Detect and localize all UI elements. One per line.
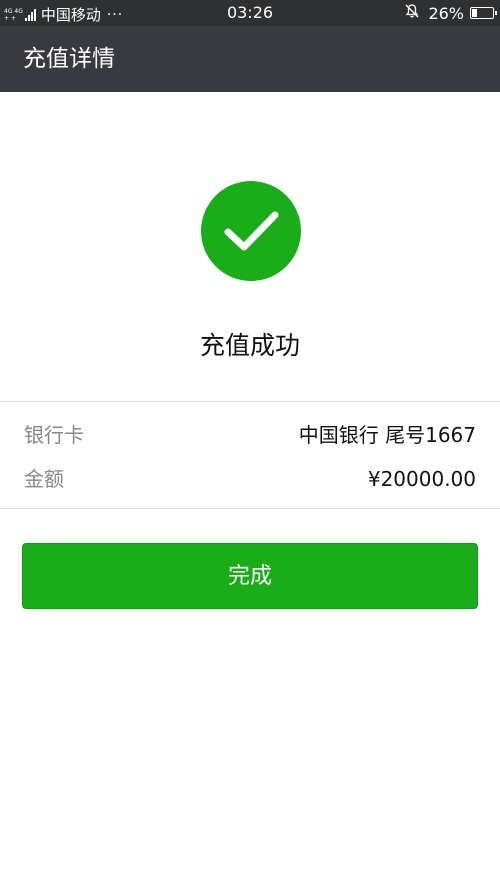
details-panel: 银行卡 中国银行 尾号1667 金额 ¥20000.00 bbox=[0, 401, 500, 509]
amount-label: 金额 bbox=[24, 467, 64, 491]
status-bar: 4G 4G + + 中国移动 ··· 03:26 26% bbox=[0, 0, 500, 26]
battery-icon bbox=[470, 7, 497, 19]
status-right: 26% bbox=[404, 3, 497, 23]
battery-percent: 26% bbox=[428, 3, 464, 23]
page-title: 充值详情 bbox=[23, 46, 115, 72]
bank-card-value: 中国银行 尾号1667 bbox=[298, 423, 476, 447]
nav-bar: 充值详情 bbox=[0, 26, 500, 92]
bell-muted-icon bbox=[404, 3, 420, 23]
amount-value: ¥20000.00 bbox=[367, 467, 476, 491]
result-status-text: 充值成功 bbox=[199, 331, 300, 360]
checkmark-circle-icon bbox=[201, 181, 301, 281]
detail-row-amount: 金额 ¥20000.00 bbox=[24, 464, 476, 494]
bank-card-label: 银行卡 bbox=[24, 423, 84, 447]
battery-fill bbox=[472, 9, 477, 17]
detail-row-bank-card: 银行卡 中国银行 尾号1667 bbox=[24, 420, 476, 450]
done-button[interactable]: 完成 bbox=[22, 543, 478, 609]
